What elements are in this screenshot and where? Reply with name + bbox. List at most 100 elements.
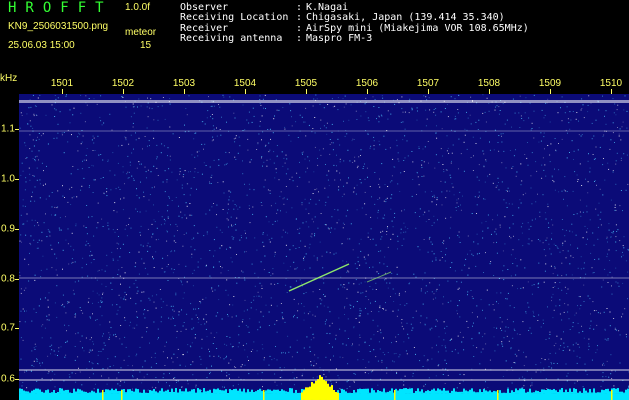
noise-dot xyxy=(488,304,490,306)
spectrum-column xyxy=(379,391,381,395)
noise-dot xyxy=(144,166,146,168)
noise-dot xyxy=(87,275,89,277)
noise-dot xyxy=(313,98,315,100)
noise-dot xyxy=(38,159,39,161)
noise-dot xyxy=(127,365,129,366)
noise-dot xyxy=(262,233,264,235)
noise-dot xyxy=(343,185,344,187)
noise-dot xyxy=(475,143,477,144)
noise-dot xyxy=(623,153,625,155)
noise-dot xyxy=(87,301,89,303)
noise-dot xyxy=(472,345,474,347)
noise-dot xyxy=(169,98,171,99)
noise-dot xyxy=(614,209,616,211)
noise-dot xyxy=(238,334,240,336)
noise-dot xyxy=(107,358,109,360)
noise-dot xyxy=(455,207,457,208)
noise-dot xyxy=(29,120,31,122)
noise-dot xyxy=(604,338,606,340)
noise-dot xyxy=(509,227,511,229)
noise-dot xyxy=(508,340,510,342)
spectrum-column xyxy=(273,389,275,395)
noise-dot xyxy=(564,240,566,242)
noise-dot xyxy=(437,351,439,353)
noise-dot xyxy=(406,303,408,305)
noise-dot xyxy=(65,95,67,97)
spectrum-column xyxy=(371,388,373,395)
noise-dot xyxy=(248,205,250,207)
noise-dot xyxy=(418,146,420,148)
noise-dot xyxy=(623,247,625,249)
noise-dot xyxy=(51,344,53,346)
noise-dot xyxy=(163,373,165,375)
noise-dot xyxy=(97,301,99,303)
noise-dot xyxy=(22,170,24,172)
noise-dot xyxy=(589,327,591,329)
noise-dot xyxy=(323,294,324,295)
noise-dot xyxy=(81,384,83,386)
noise-dot xyxy=(191,342,193,344)
noise-dot xyxy=(332,106,334,108)
noise-dot xyxy=(602,279,604,281)
noise-dot xyxy=(71,262,73,264)
spectrum-column xyxy=(23,390,25,395)
noise-dot xyxy=(78,280,80,282)
noise-dot xyxy=(444,108,446,109)
noise-dot xyxy=(561,262,563,264)
noise-dot xyxy=(476,253,478,255)
noise-dot xyxy=(195,384,197,386)
noise-dot xyxy=(56,316,58,318)
noise-dot xyxy=(313,255,315,257)
noise-dot xyxy=(316,188,318,190)
noise-dot xyxy=(622,251,623,253)
noise-dot xyxy=(543,169,545,171)
spectrum-column xyxy=(613,388,615,394)
noise-dot xyxy=(40,298,41,300)
noise-dot xyxy=(401,108,403,110)
noise-dot xyxy=(206,321,208,323)
noise-dot xyxy=(401,325,403,327)
noise-dot xyxy=(544,164,546,166)
noise-dot xyxy=(149,107,151,109)
noise-dot xyxy=(495,186,497,188)
noise-dot xyxy=(334,209,336,210)
noise-dot xyxy=(529,327,531,329)
noise-dot xyxy=(22,205,24,207)
info-colon: : xyxy=(296,32,303,44)
noise-dot xyxy=(566,205,568,207)
noise-dot xyxy=(80,143,82,145)
noise-dot xyxy=(166,304,168,306)
noise-dot xyxy=(244,299,246,301)
noise-dot xyxy=(502,103,504,105)
noise-dot xyxy=(327,104,329,105)
noise-dot xyxy=(75,373,77,374)
noise-dot xyxy=(442,303,444,305)
noise-dot xyxy=(429,236,431,238)
noise-dot xyxy=(32,127,34,129)
noise-dot xyxy=(379,197,381,199)
noise-dot xyxy=(296,377,298,379)
noise-dot xyxy=(575,342,577,344)
freq-tick-label: 1.0 xyxy=(1,173,15,185)
noise-dot xyxy=(118,372,120,374)
noise-dot xyxy=(392,158,394,160)
noise-dot xyxy=(172,318,174,319)
noise-dot xyxy=(426,317,428,319)
noise-dot xyxy=(408,337,410,339)
noise-dot xyxy=(162,257,164,259)
noise-dot xyxy=(323,282,325,284)
noise-dot xyxy=(424,272,426,274)
noise-dot xyxy=(101,301,103,303)
spectrum-column xyxy=(421,389,423,394)
noise-dot xyxy=(63,380,65,382)
noise-dot xyxy=(415,353,416,355)
noise-dot xyxy=(425,383,426,385)
noise-dot xyxy=(142,245,144,247)
spectrum-column xyxy=(531,392,533,395)
noise-dot xyxy=(54,108,56,110)
noise-dot xyxy=(129,252,131,253)
noise-dot xyxy=(42,133,44,135)
noise-dot xyxy=(367,117,369,119)
noise-dot xyxy=(141,291,143,293)
noise-dot xyxy=(411,109,413,111)
